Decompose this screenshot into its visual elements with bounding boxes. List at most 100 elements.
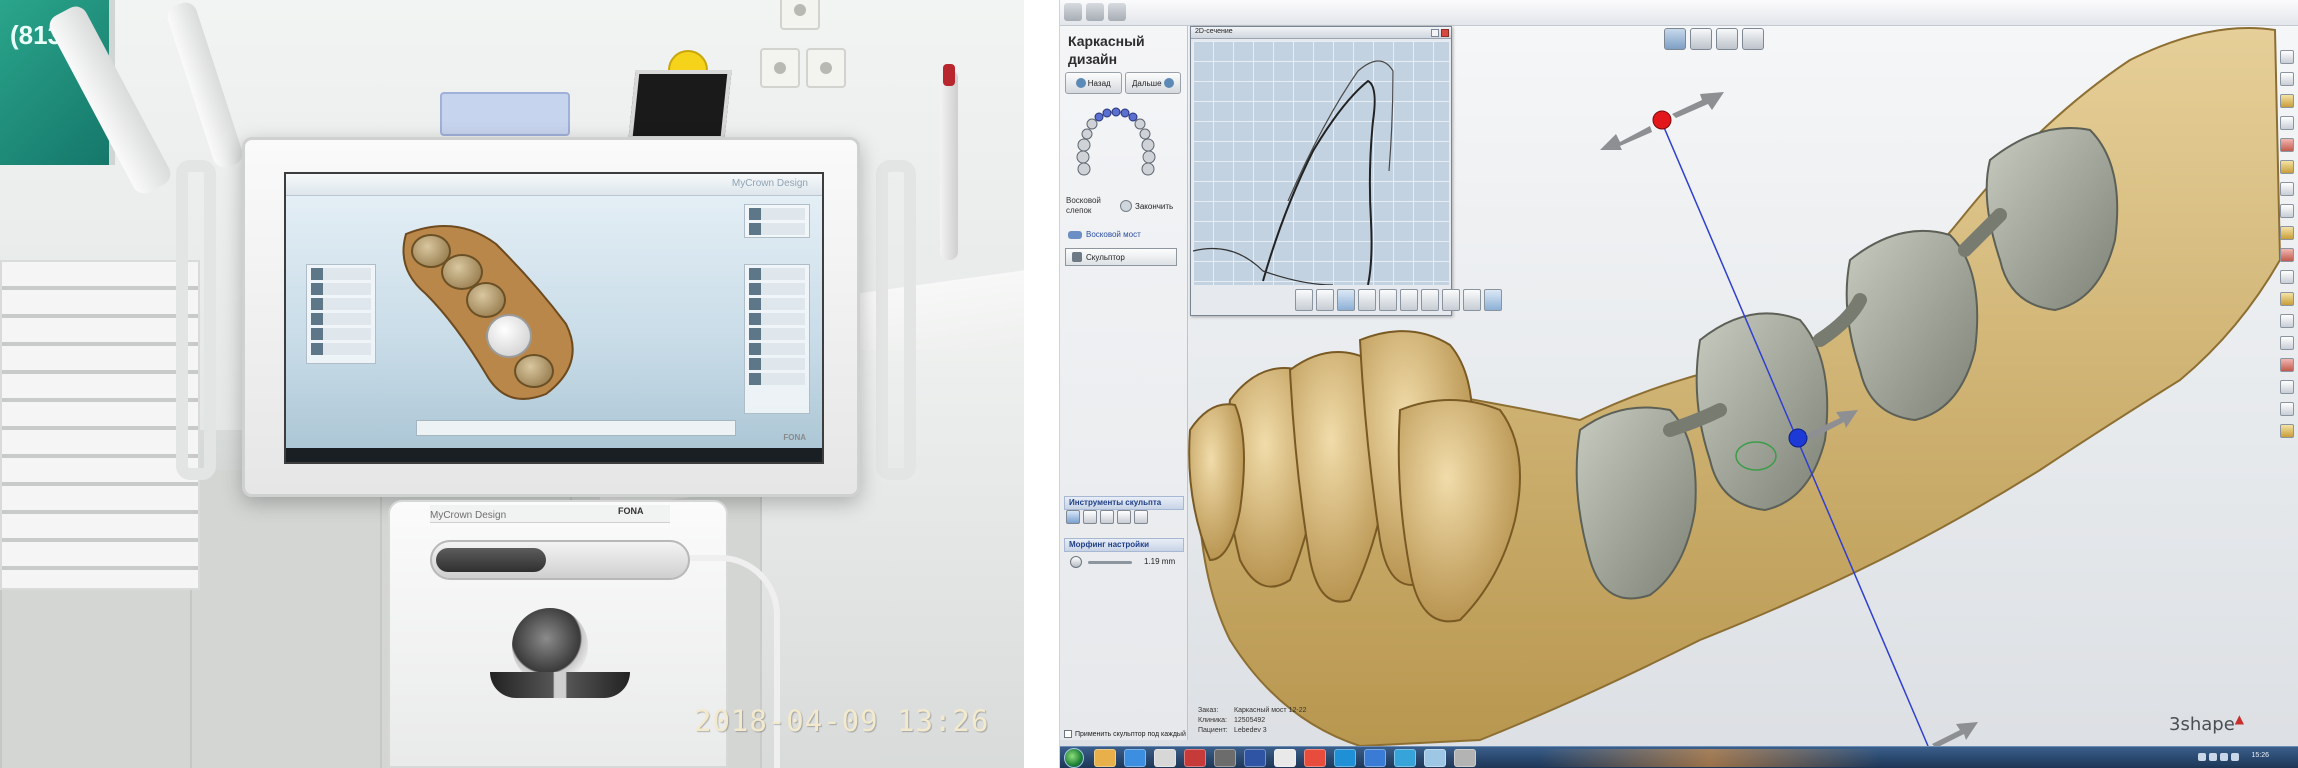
gingiva-toggle-icon[interactable] (2280, 94, 2294, 108)
layer-toggle-icon[interactable] (2280, 72, 2294, 86)
morph-slider[interactable]: 1.19 mm (1066, 554, 1184, 570)
app-icon[interactable] (1274, 749, 1296, 767)
patient-label: Пациент: (1198, 727, 1228, 734)
tray-icon[interactable] (2209, 753, 2217, 761)
section-icon[interactable] (2280, 226, 2294, 240)
slider-value: 1.19 mm (1144, 557, 1176, 566)
app-icon[interactable] (1214, 749, 1236, 767)
screen-bottom-bar (416, 420, 736, 436)
tooth-arch-icon[interactable] (1074, 104, 1158, 184)
rotate-icon[interactable] (2280, 292, 2294, 306)
back-button[interactable]: Назад (1065, 72, 1122, 94)
cad-window: Каркасный дизайн Назад Дальше Восковой с… (1059, 0, 2298, 768)
radiator (0, 260, 200, 590)
apply-checkbox[interactable] (1064, 730, 1072, 738)
app-icon[interactable] (1454, 749, 1476, 767)
snapshot-icon[interactable] (2280, 358, 2294, 372)
view-mode-buttons (1664, 28, 1764, 50)
red-arrow-left (1600, 126, 1652, 150)
tray-icon[interactable] (2198, 753, 2206, 761)
windows-taskbar: 15:26 (1060, 746, 2298, 768)
wax-label: Восковой слепок (1066, 196, 1101, 215)
app-icon[interactable] (1364, 749, 1386, 767)
options-icon[interactable] (2280, 424, 2294, 438)
brush-tool-icon[interactable] (1295, 289, 1313, 311)
seal-button[interactable]: Закончить (1120, 200, 1173, 212)
fit-icon[interactable] (2280, 336, 2294, 350)
right-toolbar (2280, 50, 2298, 438)
app-icon[interactable] (1244, 749, 1266, 767)
layer-icon[interactable] (1421, 289, 1439, 311)
add-material-tool-icon[interactable] (1083, 510, 1097, 524)
cut-plane-icon[interactable] (1379, 289, 1397, 311)
contact-icon[interactable] (2280, 160, 2294, 174)
sculptor-button[interactable]: Скульптор (1065, 248, 1177, 266)
ie-icon[interactable] (1124, 749, 1146, 767)
chrome-icon[interactable] (1304, 749, 1326, 767)
section-grid[interactable] (1193, 41, 1449, 285)
color-tool-icon[interactable] (1442, 289, 1460, 311)
screen-taskbar (286, 448, 822, 462)
wizard-title: Каркасный дизайн (1068, 33, 1145, 67)
measure-icon[interactable] (1400, 289, 1418, 311)
tray-icon[interactable] (2231, 753, 2239, 761)
view-top-icon[interactable] (1358, 289, 1376, 311)
bridge-label: Восковой мост (1086, 230, 1141, 239)
slider-knob[interactable] (1070, 556, 1082, 568)
monitor-handle-left (176, 160, 216, 480)
order-value: Каркасный мост 12-22 (1234, 707, 1307, 714)
tray-icons (2198, 753, 2239, 761)
wax-bridge-item[interactable]: Восковой мост (1068, 230, 1141, 239)
crown-toggle-icon[interactable] (2280, 138, 2294, 152)
apply-row[interactable]: Применить скульптор под каждый (1064, 730, 1186, 738)
view-side-icon[interactable] (1337, 289, 1355, 311)
wax-row: Восковой слепок Закончить (1066, 196, 1184, 220)
morph-header[interactable]: Морфинг настройки (1064, 538, 1184, 552)
slider-track[interactable] (1088, 561, 1132, 564)
screen-fona: FONA (783, 433, 806, 442)
crown-view-icon[interactable] (1716, 28, 1738, 50)
transparency-icon[interactable] (1742, 28, 1764, 50)
section-title: 2D-сечение (1195, 28, 1233, 35)
next-button[interactable]: Дальше (1124, 72, 1181, 94)
pan-icon[interactable] (2280, 314, 2294, 328)
skype-icon[interactable] (1334, 749, 1356, 767)
morph-tool-icon[interactable] (1134, 510, 1148, 524)
smooth-tool-icon[interactable] (1117, 510, 1131, 524)
bottom-arrow (1932, 722, 1978, 748)
red-handle[interactable] (1652, 110, 1672, 130)
close-icon[interactable] (1441, 29, 1449, 37)
model-view-icon[interactable] (1690, 28, 1712, 50)
explorer-icon[interactable] (1094, 749, 1116, 767)
clipping-icon[interactable] (2280, 182, 2294, 196)
tray-clock[interactable]: 15:26 (2251, 752, 2269, 759)
antagonist-icon[interactable] (2280, 116, 2294, 130)
remove-material-tool-icon[interactable] (1100, 510, 1114, 524)
zoom-icon[interactable] (2280, 270, 2294, 284)
probe-icon[interactable] (1463, 289, 1481, 311)
knife-tool-icon[interactable] (1066, 510, 1080, 524)
media-icon[interactable] (1154, 749, 1176, 767)
view-front-icon[interactable] (1316, 289, 1334, 311)
skype-icon[interactable] (1394, 749, 1416, 767)
minimize-icon[interactable] (1431, 29, 1439, 37)
client-value: 12505492 (1234, 717, 1266, 724)
sculpt-tools-header[interactable]: Инструменты скульпта (1064, 496, 1184, 510)
grid-toggle-icon[interactable] (1484, 289, 1502, 311)
storage-box (440, 92, 570, 136)
crown-section-outline (1262, 79, 1376, 285)
visibility-icon[interactable] (2280, 50, 2294, 64)
apply-label: Применить скульптор под каждый (1075, 730, 1186, 738)
scan-view-icon[interactable] (1664, 28, 1686, 50)
color-map-icon[interactable] (2280, 248, 2294, 262)
sculptor-label: Скульптор (1086, 252, 1125, 262)
app-icon[interactable] (1424, 749, 1446, 767)
undo-view-icon[interactable] (2280, 402, 2294, 416)
client-label: Клиника: (1198, 717, 1227, 724)
blue-handle[interactable] (1788, 428, 1808, 448)
app-icon[interactable] (1184, 749, 1206, 767)
light-icon[interactable] (2280, 380, 2294, 394)
measure-tool-icon[interactable] (2280, 204, 2294, 218)
start-button[interactable] (1064, 748, 1084, 768)
tray-icon[interactable] (2220, 753, 2228, 761)
